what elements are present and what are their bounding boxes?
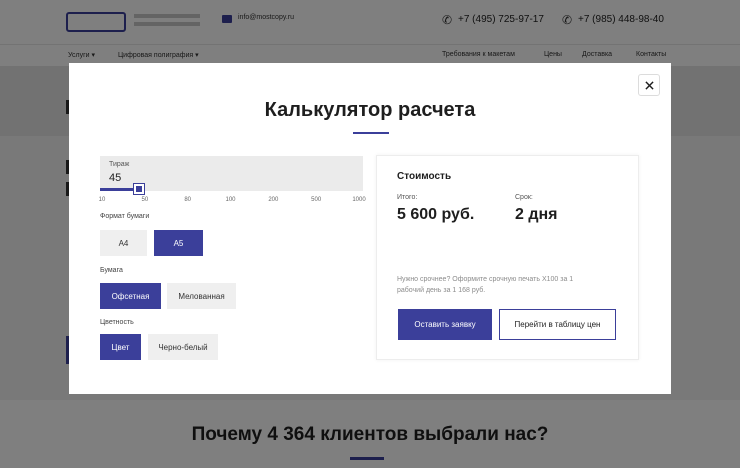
format-label: Формат бумаги [100,213,150,220]
circulation-label: Тираж [109,161,130,168]
price-table-button[interactable]: Перейти в таблицу цен [499,309,616,340]
cost-title: Стоимость [397,171,452,182]
close-button[interactable] [638,74,660,96]
circulation-value[interactable]: 45 [109,172,121,184]
slider-tick-label: 50 [141,197,149,203]
paper-option-offset[interactable]: Офсетная [100,283,161,309]
total-label: Итого: [397,194,418,201]
total-value: 5 600 руб. [397,206,475,223]
color-option-bw[interactable]: Черно-белый [148,334,218,360]
color-option-color[interactable]: Цвет [100,334,141,360]
modal-title: Калькулятор расчета [264,99,476,121]
slider-tick-label: 500 [311,197,322,203]
term-label: Срок: [515,194,533,201]
close-icon [644,80,654,90]
leave-request-button[interactable]: Оставить заявку [398,309,492,340]
term-value: 2 дня [515,206,558,223]
paper-option-coated[interactable]: Мелованная [167,283,236,309]
format-option-a4[interactable]: А4 [100,230,147,256]
calculator-modal: Калькулятор расчета Тираж 45 10 50 80 100 20… [69,63,671,394]
circulation-slider[interactable]: Тираж 45 [100,156,363,194]
slider-tick-label: 200 [268,197,279,203]
slider-tick-label: 1000 [352,197,366,203]
color-label: Цветность [100,319,134,326]
slider-tick-label: 100 [225,197,236,203]
paper-label: Бумага [100,267,123,274]
slider-tick-label: 80 [184,197,191,203]
slider-thumb[interactable] [134,184,145,194]
title-underline [353,132,389,134]
slider-tick-label: 10 [98,197,106,203]
format-option-a5[interactable]: А5 [154,230,203,256]
urgent-note: Нужно срочнее? Оформите срочную печать X… [397,276,574,294]
cost-card: Стоимость Итого: 5 600 руб. Срок: 2 дня … [376,155,639,360]
slider-ticks: 10 50 80 100 200 500 1000 [98,197,366,207]
